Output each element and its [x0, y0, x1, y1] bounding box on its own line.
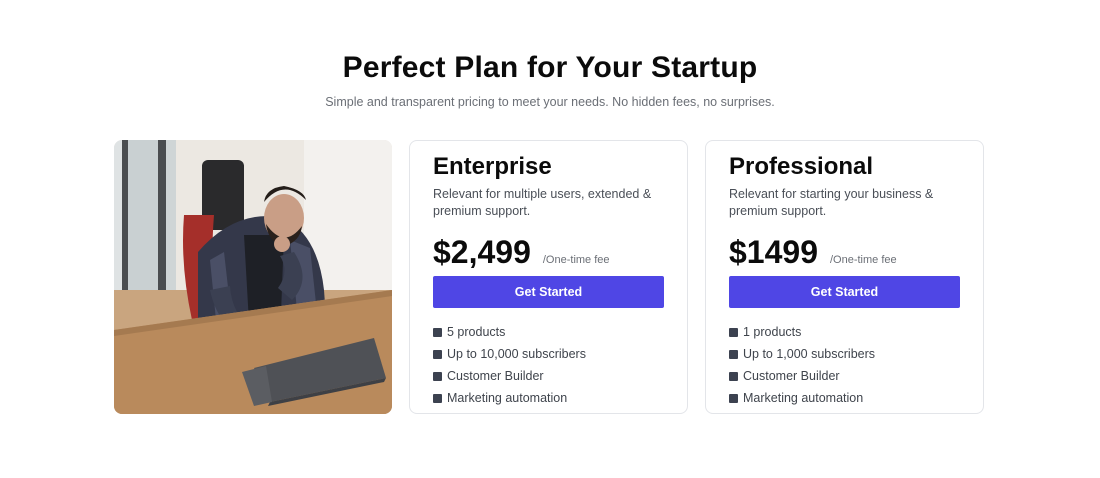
feature-item: 5 products — [433, 321, 664, 343]
fee-note: /One-time fee — [542, 254, 610, 266]
feature-item: Marketing automation — [433, 387, 664, 409]
feature-label: Customer Builder — [447, 369, 544, 383]
square-bullet-icon — [433, 371, 442, 381]
get-started-button[interactable]: Get Started — [729, 276, 960, 308]
plan-price: $2,499 — [433, 234, 531, 270]
plan-name: Professional — [729, 153, 874, 180]
fee-note: /One-time fee — [829, 254, 897, 266]
pricing-header: Perfect Plan for Your Startup Simple and… — [0, 50, 1100, 110]
plan-price: $1499 — [729, 234, 818, 270]
plan-description: Relevant for starting your business & pr… — [729, 187, 934, 218]
plan-card-enterprise: Enterprise Relevant for multiple users, … — [409, 140, 688, 414]
plan-name: Enterprise — [433, 153, 552, 180]
man-at-laptop-illustration — [114, 140, 392, 414]
feature-label: Up to 1,000 subscribers — [743, 347, 876, 361]
square-bullet-icon — [729, 349, 738, 359]
feature-item: Up to 10,000 subscribers — [433, 343, 664, 365]
plan-card-professional: Professional Relevant for starting your … — [705, 140, 984, 414]
square-bullet-icon — [729, 327, 738, 337]
feature-label: 1 products — [743, 325, 802, 339]
feature-label: Marketing automation — [447, 391, 568, 405]
feature-list: 1 products Up to 1,000 subscribers Custo… — [729, 321, 960, 409]
hero-photo — [114, 140, 392, 414]
square-bullet-icon — [433, 393, 442, 403]
feature-list: 5 products Up to 10,000 subscribers Cust… — [433, 321, 664, 409]
get-started-button[interactable]: Get Started — [433, 276, 664, 308]
page-title: Perfect Plan for Your Startup — [342, 51, 758, 84]
feature-item: Up to 1,000 subscribers — [729, 343, 960, 365]
plan-description: Relevant for multiple users, extended & … — [433, 187, 652, 218]
feature-label: Customer Builder — [743, 369, 840, 383]
pricing-section: Perfect Plan for Your Startup Simple and… — [0, 0, 1100, 478]
square-bullet-icon — [729, 371, 738, 381]
square-bullet-icon — [433, 349, 442, 359]
page-subtitle: Simple and transparent pricing to meet y… — [325, 95, 775, 109]
feature-label: Marketing automation — [743, 391, 864, 405]
feature-label: Up to 10,000 subscribers — [447, 347, 586, 361]
feature-item: Customer Builder — [433, 365, 664, 387]
square-bullet-icon — [433, 327, 442, 337]
feature-item: 1 products — [729, 321, 960, 343]
feature-label: 5 products — [447, 325, 506, 339]
price-row: $2,499 /One-time fee — [433, 234, 664, 270]
feature-item: Marketing automation — [729, 387, 960, 409]
price-row: $1499 /One-time fee — [729, 234, 960, 270]
feature-item: Customer Builder — [729, 365, 960, 387]
square-bullet-icon — [729, 393, 738, 403]
